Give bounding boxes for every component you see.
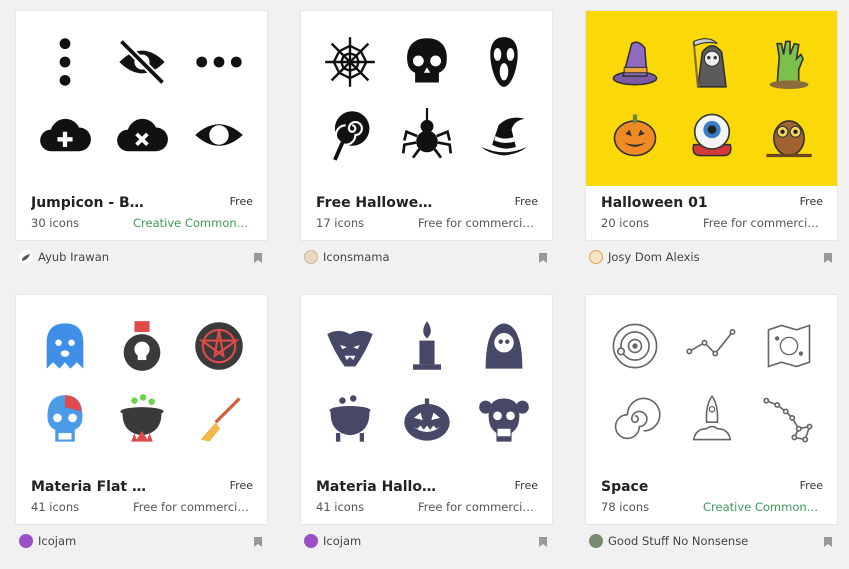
zombie-hand-icon — [769, 40, 808, 89]
icon-count: 30 icons — [31, 216, 80, 230]
avatar — [19, 534, 33, 548]
zombie-skull-icon — [47, 395, 82, 442]
author-name[interactable]: Iconsmama — [323, 250, 390, 264]
bookmark-icon[interactable] — [824, 253, 832, 263]
icon-count: 17 icons — [316, 216, 365, 230]
lollipop-icon — [332, 111, 369, 161]
bookmark-icon[interactable] — [539, 253, 547, 263]
icon-preview-grid[interactable] — [301, 295, 552, 470]
iconset-card-jumpicon[interactable]: Jumpicon - Ba... Free 30 icons Creative … — [15, 10, 268, 241]
grim-reaper-icon — [692, 37, 727, 88]
cauldron-icon — [119, 394, 164, 442]
iconset-title[interactable]: Materia Hallo... — [316, 479, 436, 495]
author-link[interactable]: Ayub Irawan — [19, 250, 109, 264]
pentagram-icon — [194, 321, 243, 370]
iconset-title[interactable]: Free Halloween — [316, 195, 436, 211]
price-label: Free — [514, 195, 538, 208]
icon-count: 78 icons — [601, 500, 650, 514]
constellation-icon — [685, 328, 735, 357]
spider-web-icon — [324, 36, 375, 87]
poison-bottle-icon — [123, 320, 160, 371]
cloud-add-icon — [39, 119, 91, 152]
iconset-card-materia-flat[interactable]: Materia Flat H... Free 41 icons Free for… — [15, 294, 268, 525]
galaxy-icon — [614, 397, 661, 440]
owl-icon — [765, 120, 812, 158]
avatar — [589, 534, 603, 548]
icon-preview-grid[interactable] — [16, 11, 267, 186]
iconset-card-materia-halloween[interactable]: Materia Hallo... Free 41 icons Free for … — [300, 294, 553, 525]
clown-skull-icon — [478, 398, 529, 442]
price-label: Free — [229, 479, 253, 492]
solar-system-icon — [612, 323, 657, 369]
license-label: Creative Commons ... — [133, 216, 253, 230]
author-name[interactable]: Good Stuff No Nonsense — [608, 534, 748, 548]
broom-icon — [200, 397, 241, 442]
avatar — [304, 534, 318, 548]
star-map-icon — [767, 324, 810, 368]
candle-icon — [412, 320, 441, 370]
witch-hat-icon — [612, 41, 657, 86]
icon-preview-grid[interactable] — [586, 295, 837, 470]
vampire-icon — [326, 330, 373, 367]
icon-count: 20 icons — [601, 216, 650, 230]
skull-icon — [406, 37, 447, 83]
big-dipper-icon — [762, 397, 812, 443]
author-link[interactable]: Iconsmama — [304, 250, 390, 264]
author-link[interactable]: Josy Dom Alexis — [589, 250, 700, 264]
license-label: Creative Commons ... — [703, 500, 823, 514]
grim-reaper-icon — [485, 323, 522, 369]
iconset-card-space[interactable]: Space Free 78 icons Creative Commons ... — [585, 294, 838, 525]
ghost-icon — [46, 323, 83, 369]
iconset-title[interactable]: Halloween 01 — [601, 195, 708, 211]
rocket-launch-icon — [692, 395, 731, 441]
author-link[interactable]: Icojam — [19, 534, 76, 548]
iconset-title[interactable]: Jumpicon - Ba... — [31, 195, 151, 211]
eye-off-icon — [118, 38, 165, 85]
scream-mask-icon — [489, 36, 518, 87]
license-label: Free for commercia... — [418, 500, 538, 514]
iconset-card-halloween-01[interactable]: Halloween 01 Free 20 icons Free for comm… — [585, 10, 838, 241]
price-label: Free — [229, 195, 253, 208]
witch-hat-icon — [480, 117, 527, 156]
eyeball-icon — [691, 113, 732, 157]
bookmark-icon[interactable] — [254, 253, 262, 263]
license-label: Free for commercia... — [703, 216, 823, 230]
iconset-title[interactable]: Space — [601, 479, 648, 495]
cauldron-icon — [328, 395, 371, 442]
author-name[interactable]: Icojam — [323, 534, 361, 548]
price-label: Free — [799, 479, 823, 492]
pumpkin-icon — [613, 114, 656, 157]
author-name[interactable]: Icojam — [38, 534, 76, 548]
icon-count: 41 icons — [31, 500, 80, 514]
license-label: Free for commercia... — [133, 500, 253, 514]
more-vertical-icon — [59, 37, 70, 86]
icon-preview-grid[interactable] — [301, 11, 552, 186]
avatar — [304, 250, 318, 264]
license-label: Free for commercia... — [418, 216, 538, 230]
iconset-title[interactable]: Materia Flat H... — [31, 479, 151, 495]
cloud-remove-icon — [116, 119, 168, 152]
icon-count: 41 icons — [316, 500, 365, 514]
jack-o-lantern-icon — [403, 398, 450, 441]
author-link[interactable]: Good Stuff No Nonsense — [589, 534, 748, 548]
bookmark-icon[interactable] — [254, 537, 262, 547]
author-name[interactable]: Josy Dom Alexis — [608, 250, 700, 264]
more-horizontal-icon — [195, 56, 242, 68]
author-name[interactable]: Ayub Irawan — [38, 250, 109, 264]
eye-icon — [194, 124, 243, 147]
spider-icon — [401, 108, 452, 159]
bookmark-icon[interactable] — [824, 537, 832, 547]
icon-preview-grid[interactable] — [586, 11, 837, 186]
avatar — [19, 250, 33, 264]
icon-preview-grid[interactable] — [16, 295, 267, 470]
avatar — [589, 250, 603, 264]
iconset-card-free-halloween[interactable]: Free Halloween Free 17 icons Free for co… — [300, 10, 553, 241]
price-label: Free — [799, 195, 823, 208]
bookmark-icon[interactable] — [539, 537, 547, 547]
price-label: Free — [514, 479, 538, 492]
author-link[interactable]: Icojam — [304, 534, 361, 548]
